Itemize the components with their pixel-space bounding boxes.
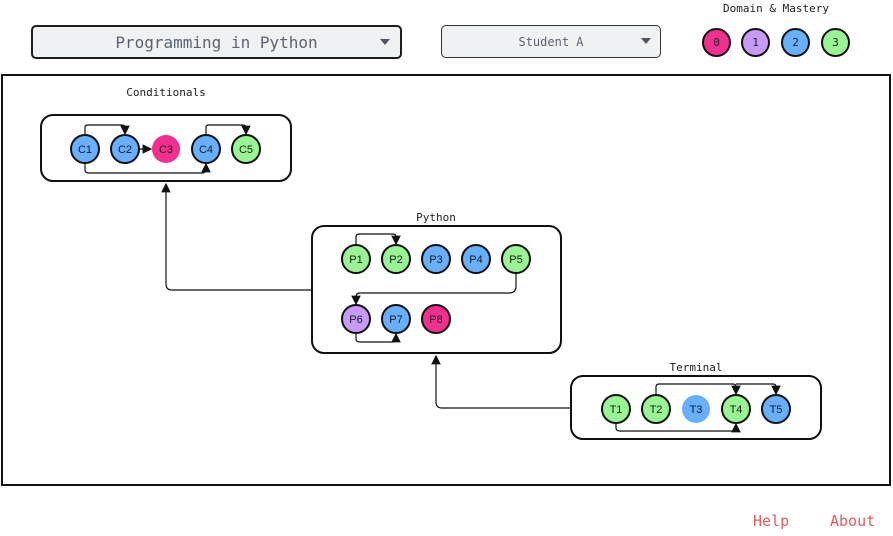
domain-edge-python-conditionals [161, 182, 312, 291]
skill-node-T4[interactable]: T4 [721, 394, 751, 424]
legend-label: 0 [713, 36, 720, 49]
skill-node-label: P2 [389, 254, 402, 266]
skill-node-label: C2 [118, 144, 132, 156]
skill-node-label: P1 [349, 254, 362, 266]
domain-title-conditionals: Conditionals [126, 86, 205, 99]
domain-title-python: Python [416, 211, 456, 224]
legend-label: 2 [792, 36, 799, 49]
course-select[interactable]: Programming in Python [31, 25, 402, 59]
skill-node-label: T2 [650, 404, 663, 416]
skill-node-label: C5 [239, 144, 253, 156]
skill-node-T2[interactable]: T2 [641, 394, 671, 424]
skill-node-P3[interactable]: P3 [421, 244, 451, 274]
skill-node-P1[interactable]: P1 [341, 244, 371, 274]
legend-title: Domain & Mastery [723, 2, 829, 15]
skill-node-label: C3 [159, 144, 173, 156]
skill-node-T3[interactable]: T3 [682, 395, 710, 423]
skill-node-P6[interactable]: P6 [341, 304, 371, 334]
skill-node-P7[interactable]: P7 [381, 304, 411, 334]
legend-label: 1 [752, 36, 759, 49]
legend-mastery-1[interactable]: 1 [741, 28, 770, 57]
skill-node-label: P3 [429, 254, 442, 266]
skill-node-C2[interactable]: C2 [110, 134, 140, 164]
skill-node-label: P5 [509, 254, 522, 266]
legend-mastery-2[interactable]: 2 [781, 28, 810, 57]
skill-node-C4[interactable]: C4 [191, 134, 221, 164]
graph-svg: Conditionals Python Terminal C1 C2 C3 C4 C5 P1 P2… [40, 86, 822, 440]
skill-node-C5[interactable]: C5 [231, 134, 261, 164]
skill-node-label: T3 [690, 404, 703, 416]
legend-mastery-3[interactable]: 3 [821, 28, 850, 57]
skill-node-T5[interactable]: T5 [761, 394, 791, 424]
caret-down-icon [380, 39, 390, 45]
graph-canvas: Conditionals Python Terminal C1 C2 C3 C4 C5 P1 P2… [1, 74, 891, 486]
skill-node-label: P8 [429, 314, 442, 326]
skill-node-P2[interactable]: P2 [381, 244, 411, 274]
skill-node-label: T4 [730, 404, 743, 416]
skill-node-P8[interactable]: P8 [421, 304, 451, 334]
domain-title-terminal: Terminal [670, 361, 723, 374]
skill-node-P4[interactable]: P4 [461, 244, 491, 274]
skill-node-label: P4 [469, 254, 482, 266]
skill-node-label: P7 [389, 314, 402, 326]
course-select-value: Programming in Python [115, 32, 318, 52]
skill-node-label: C1 [78, 144, 92, 156]
about-link[interactable]: About [830, 512, 875, 530]
skill-node-label: P6 [349, 314, 362, 326]
skill-node-C1[interactable]: C1 [70, 134, 100, 164]
legend-mastery-0[interactable]: 0 [702, 28, 731, 57]
skill-node-T1[interactable]: T1 [601, 394, 631, 424]
skill-node-label: T1 [610, 404, 623, 416]
skill-node-C3[interactable]: C3 [152, 135, 180, 163]
skill-node-label: C4 [199, 144, 213, 156]
domain-edge-terminal-python [431, 354, 571, 409]
skill-node-label: T5 [770, 404, 783, 416]
student-select-value: Student A [518, 34, 584, 49]
legend-label: 3 [832, 36, 839, 49]
skill-node-P5[interactable]: P5 [501, 244, 531, 274]
help-link[interactable]: Help [753, 512, 789, 530]
student-select[interactable]: Student A [441, 25, 661, 58]
caret-down-icon [641, 38, 651, 44]
